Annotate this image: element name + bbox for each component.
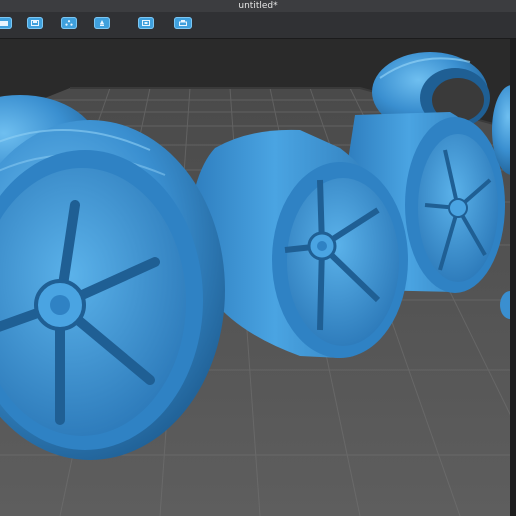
save-file-icon	[31, 20, 39, 26]
print-icon	[179, 20, 187, 26]
viewport-right-edge	[510, 39, 516, 516]
slice-icon	[100, 20, 104, 26]
preview-layer-icon	[142, 20, 150, 26]
window-title: untitled*	[238, 1, 278, 11]
print-button[interactable]	[174, 17, 192, 29]
title-bar: untitled*	[0, 0, 516, 12]
slice-button[interactable]	[94, 17, 110, 29]
3d-viewport[interactable]	[0, 39, 516, 516]
open-file-icon	[0, 21, 8, 26]
support-tree-button[interactable]	[61, 17, 77, 29]
top-toolbar	[0, 12, 516, 39]
support-tree-icon	[65, 20, 73, 26]
preview-layer-button[interactable]	[138, 17, 154, 29]
open-file-button[interactable]	[0, 17, 12, 29]
save-file-button[interactable]	[27, 17, 43, 29]
slicer-app: untitled*	[0, 0, 516, 516]
